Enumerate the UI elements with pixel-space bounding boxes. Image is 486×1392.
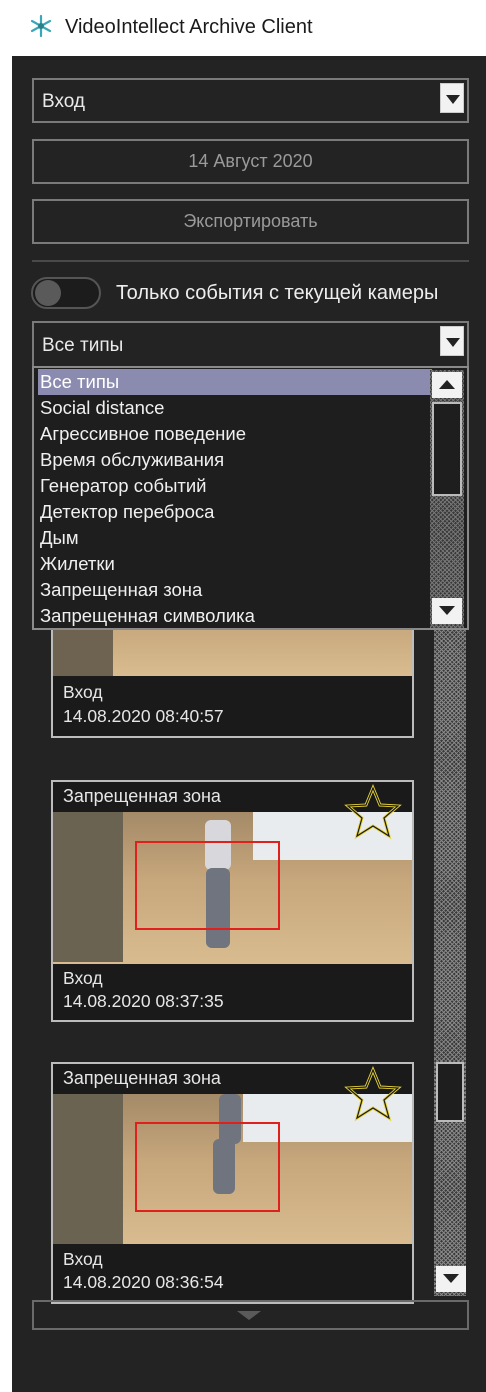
type-option[interactable]: Все типы [38,369,432,395]
type-option[interactable]: Запрещенная зона [38,577,432,603]
event-card[interactable]: Запрещенная зона Вход 14.08.2020 08:36:5… [51,1062,414,1304]
type-option[interactable]: Запрещенная символика [38,603,432,629]
event-time: 14.08.2020 08:37:35 [63,991,224,1011]
type-option[interactable]: Агрессивное поведение [38,421,432,447]
scrollbar-thumb[interactable] [436,1062,464,1122]
camera-select[interactable]: Вход [32,78,469,123]
star-icon[interactable] [344,784,402,842]
type-option[interactable]: Генератор событий [38,473,432,499]
event-time: 14.08.2020 08:40:57 [63,706,224,726]
export-button[interactable]: Экспортировать [32,199,469,244]
event-type-select[interactable]: Все типы [32,321,469,368]
event-type: Запрещенная зона [63,1068,221,1088]
event-type: Запрещенная зона [63,786,221,806]
event-camera: Вход [63,1249,103,1269]
chevron-down-icon[interactable] [440,326,464,356]
scroll-down-button[interactable] [432,598,462,624]
divider [32,260,469,262]
scroll-up-button[interactable] [432,372,462,398]
snowflake-icon [30,14,52,38]
chevron-down-icon[interactable] [440,83,464,113]
event-type-list: Все типы Social distance Агрессивное пов… [32,366,469,630]
date-picker-button[interactable]: 14 Август 2020 [32,139,469,184]
toggle-label: Только события с текущей камеры [116,282,439,304]
event-camera: Вход [63,968,103,988]
type-option[interactable]: Время обслуживания [38,447,432,473]
scrollbar-thumb[interactable] [432,402,462,496]
detection-box [135,841,280,930]
star-icon[interactable] [344,1066,402,1124]
camera-select-value: Вход [42,91,85,112]
type-list-scrollbar[interactable] [430,370,464,628]
event-camera: Вход [63,682,103,702]
type-option[interactable]: Social distance [38,395,432,421]
event-card[interactable]: Запрещенная зона Вход 14.08.2020 08:37:3… [51,780,414,1022]
toggle-knob [35,280,61,306]
detection-box [135,1122,280,1212]
event-type-select-value: Все типы [42,335,124,356]
type-option[interactable]: Жилетки [38,551,432,577]
event-time: 14.08.2020 08:36:54 [63,1272,224,1292]
type-option[interactable]: Дым [38,525,432,551]
scroll-down-button[interactable] [436,1266,466,1292]
window-title: VideoIntellect Archive Client [65,16,313,38]
events-scrollbar[interactable] [434,630,466,1296]
type-option[interactable]: Детектор переброса [38,499,432,525]
load-more-button[interactable] [32,1300,469,1330]
